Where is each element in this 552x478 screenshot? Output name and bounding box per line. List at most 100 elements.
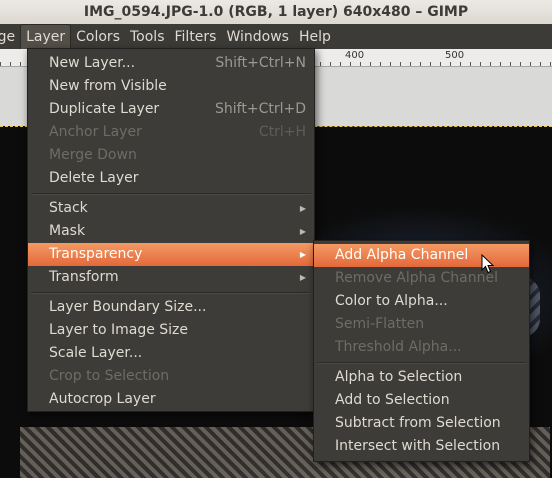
menu-item-duplicate-layer[interactable]: Duplicate Layer Shift+Ctrl+D: [28, 98, 314, 121]
ruler-tick: [540, 62, 541, 66]
menu-item-label: Delete Layer: [49, 170, 139, 186]
layer-menu: New Layer... Shift+Ctrl+N New from Visib…: [27, 48, 315, 412]
menu-item-semi-flatten: Semi-Flatten: [314, 313, 529, 336]
ruler-tick: [390, 62, 391, 66]
ruler-tick: [440, 62, 441, 66]
ruler-tick: [400, 62, 401, 66]
menu-item-autocrop-layer[interactable]: Autocrop Layer: [28, 388, 314, 411]
menu-item-label: Layer to Image Size: [49, 322, 189, 338]
menu-separator: [28, 190, 314, 197]
menu-item-label: Add Alpha Channel: [335, 247, 469, 263]
ruler-tick: [410, 62, 411, 66]
ruler-tick: [350, 62, 351, 66]
ruler-tick: [470, 62, 471, 66]
ruler-label-400: 400: [345, 50, 365, 61]
submenu-arrow-icon: ▶: [299, 204, 306, 213]
ruler-tick: [520, 62, 521, 66]
menu-item-scale-layer[interactable]: Scale Layer...: [28, 342, 314, 365]
menu-item-threshold-alpha: Threshold Alpha...: [314, 336, 529, 359]
ruler-tick: [530, 62, 531, 66]
menu-item-label: New Layer...: [49, 55, 136, 71]
menu-item-label: Color to Alpha...: [335, 293, 448, 309]
ruler-tick: [380, 62, 381, 66]
ruler-tick: [370, 62, 371, 66]
ruler-tick: [490, 62, 491, 66]
menu-tools[interactable]: Tools: [125, 24, 170, 49]
window-title-bar: IMG_0594.JPG-1.0 (RGB, 1 layer) 640x480 …: [0, 0, 552, 24]
menu-item-label: New from Visible: [49, 78, 167, 94]
menu-item-label: Subtract from Selection: [335, 415, 501, 431]
menu-item-label: Anchor Layer: [49, 124, 142, 140]
menu-windows[interactable]: Windows: [221, 24, 294, 49]
menu-item-add-alpha-channel[interactable]: Add Alpha Channel: [314, 244, 529, 267]
menu-item-merge-down: Merge Down: [28, 144, 314, 167]
menu-image[interactable]: age: [0, 24, 20, 49]
menu-item-label: Remove Alpha Channel: [335, 270, 498, 286]
menu-item-label: Layer Boundary Size...: [49, 299, 207, 315]
menu-separator: [314, 359, 529, 366]
menu-item-color-to-alpha[interactable]: Color to Alpha...: [314, 290, 529, 313]
menu-item-label: Merge Down: [49, 147, 137, 163]
ruler-tick: [0, 62, 1, 66]
menu-item-layer-to-image-size[interactable]: Layer to Image Size: [28, 319, 314, 342]
menu-item-label: Threshold Alpha...: [335, 339, 462, 355]
menu-item-subtract-from-selection[interactable]: Subtract from Selection: [314, 412, 529, 435]
menu-help[interactable]: Help: [294, 24, 336, 49]
menu-item-layer-boundary-size[interactable]: Layer Boundary Size...: [28, 296, 314, 319]
ruler-tick: [330, 62, 331, 66]
ruler-tick: [510, 62, 511, 66]
menu-item-label: Transparency: [49, 246, 143, 262]
menu-item-label: Duplicate Layer: [49, 101, 160, 117]
menu-item-label: Alpha to Selection: [335, 369, 463, 385]
menu-item-shortcut: Ctrl+H: [258, 124, 306, 140]
ruler-tick: [450, 62, 451, 66]
menu-item-stack[interactable]: Stack ▶: [28, 197, 314, 220]
menu-item-delete-layer[interactable]: Delete Layer: [28, 167, 314, 190]
menu-item-mask[interactable]: Mask ▶: [28, 220, 314, 243]
menu-item-intersect-with-selection[interactable]: Intersect with Selection: [314, 435, 529, 458]
menu-item-new-from-visible[interactable]: New from Visible: [28, 75, 314, 98]
ruler-tick: [420, 62, 421, 66]
menu-item-transform[interactable]: Transform ▶: [28, 266, 314, 289]
menu-item-label: Scale Layer...: [49, 345, 143, 361]
menu-item-new-layer[interactable]: New Layer... Shift+Ctrl+N: [28, 52, 314, 75]
menu-item-add-to-selection[interactable]: Add to Selection: [314, 389, 529, 412]
transparency-submenu: Add Alpha Channel Remove Alpha Channel C…: [313, 240, 530, 462]
menu-item-label: Autocrop Layer: [49, 391, 156, 407]
menu-item-label: Transform: [49, 269, 119, 285]
menu-filters[interactable]: Filters: [170, 24, 222, 49]
menu-item-crop-to-selection: Crop to Selection: [28, 365, 314, 388]
submenu-arrow-icon: ▶: [299, 227, 306, 236]
ruler-tick: [500, 62, 501, 66]
menu-item-transparency[interactable]: Transparency ▶: [28, 243, 314, 266]
ruler-tick: [460, 62, 461, 66]
ruler-tick: [430, 62, 431, 66]
menubar: age Layer Colors Tools Filters Windows H…: [0, 24, 552, 49]
submenu-arrow-icon: ▶: [299, 273, 306, 282]
submenu-arrow-icon: ▶: [299, 250, 306, 259]
menu-item-shortcut: Shift+Ctrl+N: [215, 55, 306, 71]
ruler-tick: [20, 62, 21, 66]
ruler-tick: [480, 62, 481, 66]
menu-item-label: Add to Selection: [335, 392, 450, 408]
ruler-tick: [320, 62, 321, 66]
ruler-tick: [340, 62, 341, 66]
menu-item-label: Crop to Selection: [49, 368, 170, 384]
menu-item-label: Intersect with Selection: [335, 438, 501, 454]
menu-item-label: Semi-Flatten: [335, 316, 425, 332]
menu-item-alpha-to-selection[interactable]: Alpha to Selection: [314, 366, 529, 389]
ruler-label-500: 500: [445, 50, 465, 61]
menu-item-shortcut: Shift+Ctrl+D: [215, 101, 306, 117]
menu-item-label: Stack: [49, 200, 88, 216]
ruler-tick: [550, 62, 551, 66]
menu-colors[interactable]: Colors: [71, 24, 125, 49]
menu-item-anchor-layer: Anchor Layer Ctrl+H: [28, 121, 314, 144]
ruler-tick: [360, 62, 361, 66]
ruler-tick: [10, 62, 11, 66]
window-title: IMG_0594.JPG-1.0 (RGB, 1 layer) 640x480 …: [83, 4, 469, 20]
menu-separator: [28, 289, 314, 296]
menu-layer[interactable]: Layer: [20, 24, 72, 49]
menu-item-remove-alpha-channel: Remove Alpha Channel: [314, 267, 529, 290]
mouse-pointer-icon: [481, 254, 495, 274]
menu-item-label: Mask: [49, 223, 86, 239]
